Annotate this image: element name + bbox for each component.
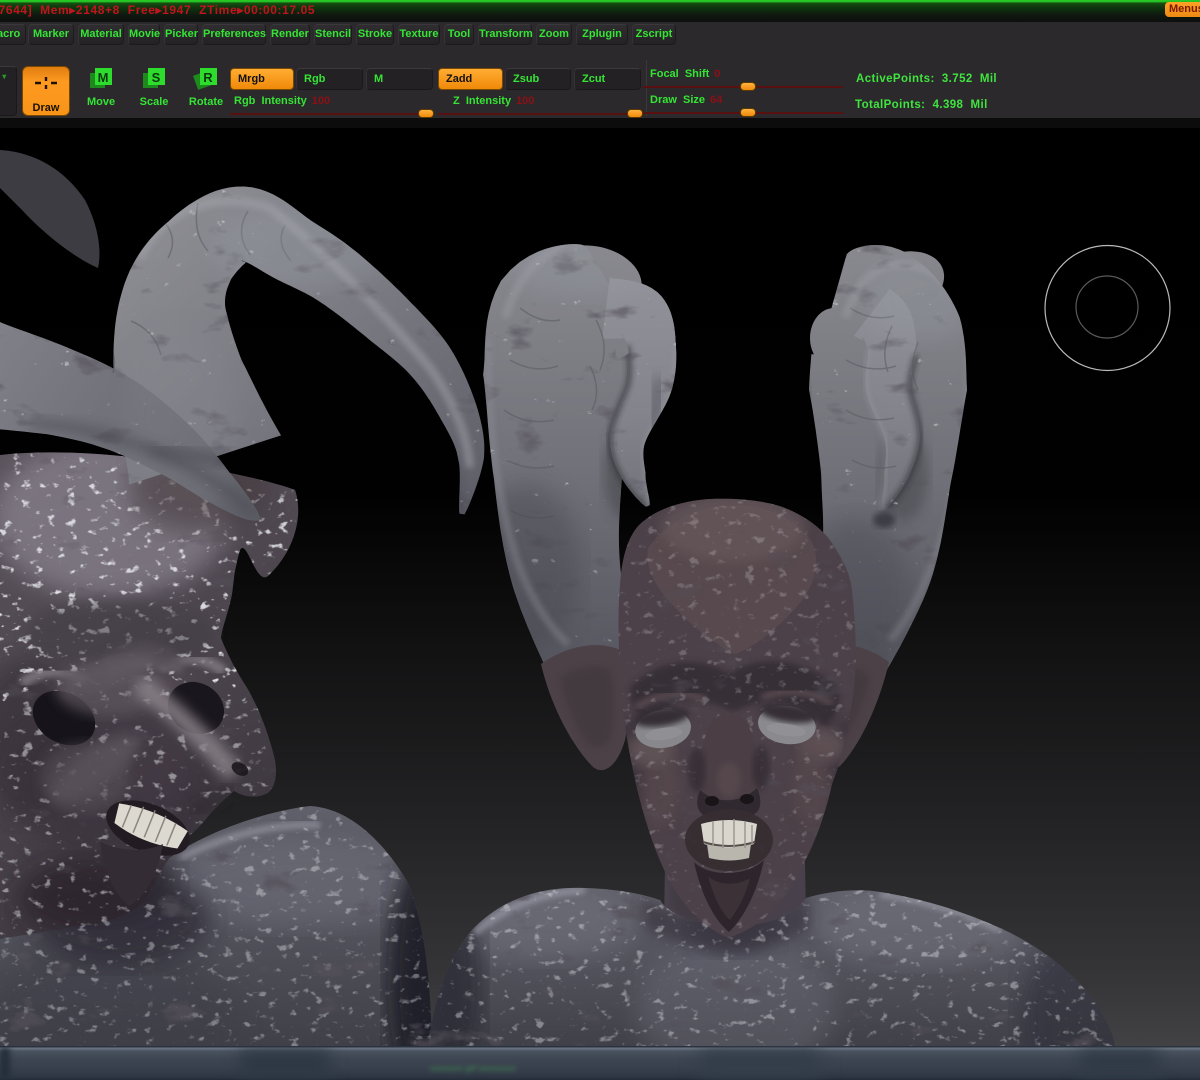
svg-text:M: M bbox=[98, 70, 109, 85]
svg-text:S: S bbox=[152, 70, 161, 85]
svg-text:R: R bbox=[203, 70, 213, 85]
